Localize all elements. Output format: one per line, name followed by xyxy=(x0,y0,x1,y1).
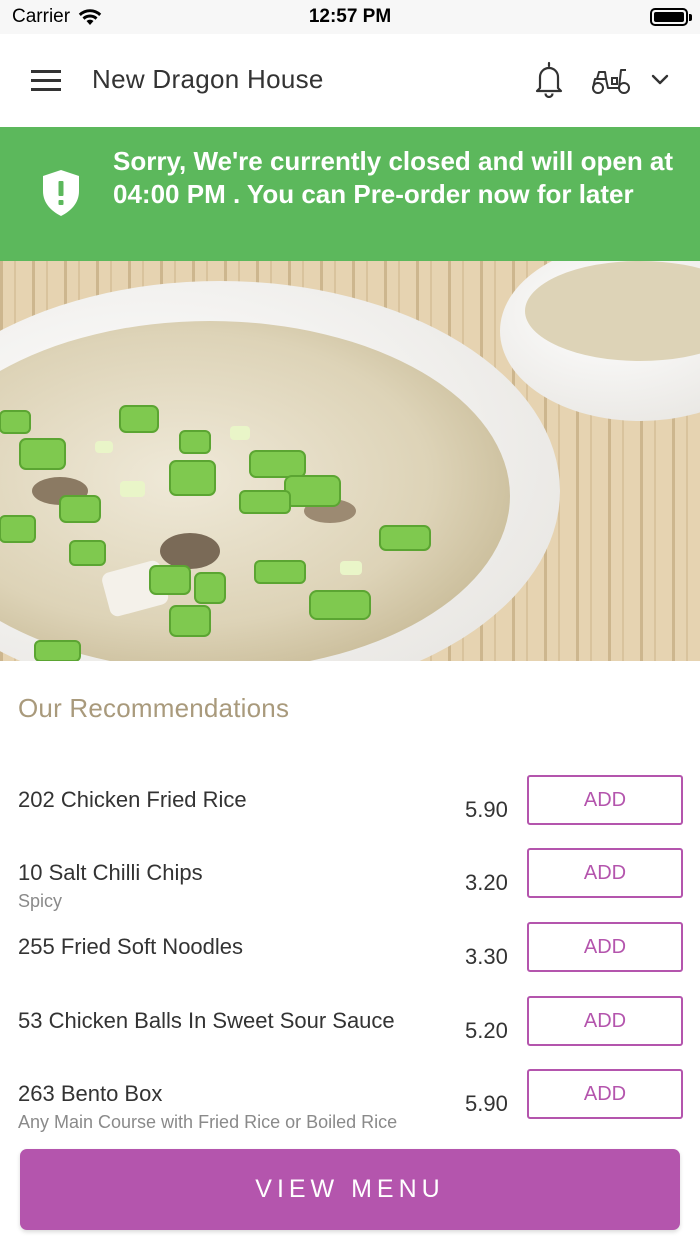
app-header: New Dragon House xyxy=(0,34,700,127)
menu-icon[interactable] xyxy=(31,69,61,91)
status-bar: Carrier 12:57 PM xyxy=(0,0,700,34)
closed-message: Sorry, We're currently closed and will o… xyxy=(113,146,674,209)
add-button[interactable]: ADD xyxy=(527,775,683,825)
item-description: Any Main Course with Fried Rice or Boile… xyxy=(18,1112,398,1132)
item-price: 5.90 xyxy=(465,797,508,822)
hero-image xyxy=(0,261,700,661)
closed-banner: Sorry, We're currently closed and will o… xyxy=(0,127,700,261)
add-button[interactable]: ADD xyxy=(527,922,683,972)
item-name: 53 Chicken Balls In Sweet Sour Sauce xyxy=(18,1008,395,1033)
item-price: 3.20 xyxy=(465,870,508,895)
item-name: 10 Salt Chilli Chips xyxy=(18,860,203,885)
item-price: 5.90 xyxy=(465,1091,508,1116)
list-item: 255 Fried Soft Noodles 3.30 ADD xyxy=(0,922,700,994)
item-name: 255 Fried Soft Noodles xyxy=(18,934,244,959)
list-item: 53 Chicken Balls In Sweet Sour Sauce 5.2… xyxy=(0,996,700,1068)
item-name: 202 Chicken Fried Rice xyxy=(18,787,247,812)
list-item: 202 Chicken Fried Rice 5.90 ADD xyxy=(0,775,700,847)
item-price: 3.30 xyxy=(465,944,508,969)
bell-icon[interactable] xyxy=(533,60,565,98)
scooter-icon[interactable] xyxy=(590,64,632,96)
list-item: 10 Salt Chilli Chips Spicy 3.20 ADD xyxy=(0,848,700,920)
status-time: 12:57 PM xyxy=(308,6,392,27)
page-title: New Dragon House xyxy=(92,64,324,94)
add-button[interactable]: ADD xyxy=(527,996,683,1046)
chevron-down-icon[interactable] xyxy=(650,70,670,88)
add-button[interactable]: ADD xyxy=(527,1069,683,1119)
recommendations-title: Our Recommendations xyxy=(18,693,290,723)
shield-alert-icon xyxy=(43,170,79,216)
item-description: Spicy xyxy=(18,891,63,911)
view-menu-button[interactable]: VIEW MENU xyxy=(20,1149,680,1230)
list-item: 263 Bento Box Any Main Course with Fried… xyxy=(0,1069,700,1141)
item-price: 5.20 xyxy=(465,1018,508,1043)
item-name: 263 Bento Box xyxy=(18,1081,163,1106)
battery-icon xyxy=(650,8,692,26)
add-button[interactable]: ADD xyxy=(527,848,683,898)
